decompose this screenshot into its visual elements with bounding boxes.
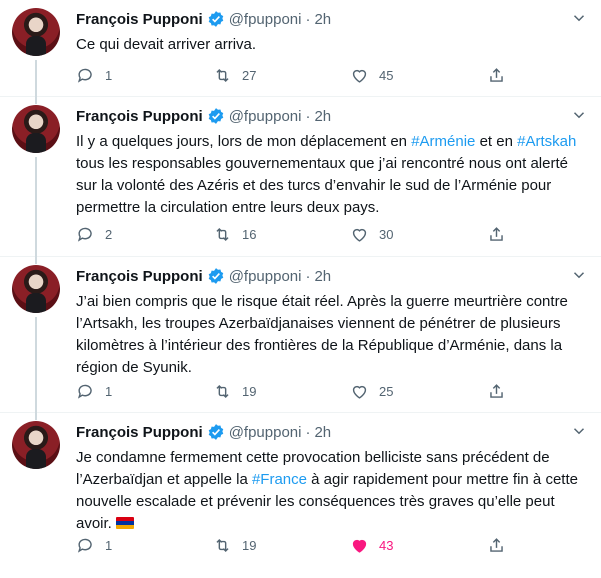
like-button[interactable]: 45 [350, 66, 440, 85]
share-button[interactable] [487, 382, 511, 401]
separator-dot: · [305, 423, 311, 441]
heart-icon [352, 69, 367, 83]
author-handle[interactable]: @fpupponi [229, 268, 302, 285]
retweet-icon [216, 68, 229, 82]
share-icon [490, 67, 503, 82]
tweet-text: Je condamne fermement cette provocation … [76, 447, 583, 535]
tweet-actions: 1 19 25 [76, 379, 511, 403]
verified-badge-icon [208, 424, 223, 440]
reply-icon [77, 538, 92, 553]
retweet-count: 16 [242, 226, 257, 242]
author-handle[interactable]: @fpupponi [229, 108, 302, 125]
retweet-count: 19 [242, 383, 257, 399]
tweet[interactable]: François Pupponi @fpupponi · 2h J’ai bie… [0, 257, 601, 420]
reply-count: 2 [105, 226, 113, 242]
share-icon [490, 383, 503, 398]
timestamp[interactable]: 2h [314, 108, 331, 125]
author-handle[interactable]: @fpupponi [229, 424, 302, 441]
tweet-text: J’ai bien compris que le risque était ré… [76, 293, 568, 376]
like-count: 25 [379, 383, 394, 399]
text-segment: Il y a quelques jours, lors de mon dépla… [76, 133, 412, 150]
more-icon[interactable] [567, 419, 591, 443]
share-icon [490, 537, 503, 552]
verified-badge-icon [208, 11, 223, 27]
heart-icon [352, 385, 367, 399]
share-icon [490, 226, 503, 241]
retweet-count: 27 [242, 67, 257, 83]
retweet-icon [216, 538, 229, 552]
tweet[interactable]: François Pupponi @fpupponi · 2h Ce qui d… [0, 0, 601, 104]
reply-icon [77, 227, 92, 242]
reply-button[interactable]: 1 [76, 536, 166, 555]
thread-line [35, 317, 37, 420]
tweet-header: François Pupponi @fpupponi · 2h [76, 265, 581, 287]
tweet-actions: 1 19 43 [76, 533, 511, 557]
reply-count: 1 [105, 383, 113, 399]
reply-button[interactable]: 2 [76, 225, 166, 244]
retweet-icon [216, 227, 229, 241]
reply-count: 1 [105, 67, 113, 83]
text-segment: tous les responsables gouvernementaux qu… [76, 155, 568, 216]
more-icon[interactable] [567, 263, 591, 287]
heart-icon [352, 228, 367, 242]
author-name[interactable]: François Pupponi [76, 11, 203, 28]
text-segment: et en [475, 133, 518, 150]
like-count: 30 [379, 226, 394, 242]
avatar[interactable] [12, 265, 60, 313]
hashtag-link[interactable]: #Arménie [411, 133, 475, 150]
reply-icon [77, 384, 92, 399]
tweet-actions: 2 16 30 [76, 222, 511, 246]
author-handle[interactable]: @fpupponi [229, 11, 302, 28]
share-button[interactable] [487, 66, 511, 85]
timestamp[interactable]: 2h [314, 268, 331, 285]
separator-dot: · [305, 107, 311, 125]
like-count: 43 [379, 537, 394, 553]
retweet-icon [216, 384, 229, 398]
separator-dot: · [305, 10, 311, 28]
share-button[interactable] [487, 225, 511, 244]
verified-badge-icon [208, 268, 223, 284]
hashtag-link[interactable]: #France [252, 471, 307, 488]
reply-button[interactable]: 1 [76, 66, 166, 85]
author-name[interactable]: François Pupponi [76, 424, 203, 441]
timestamp[interactable]: 2h [314, 424, 331, 441]
share-button[interactable] [487, 536, 511, 555]
armenia-flag-icon [115, 517, 134, 529]
reply-button[interactable]: 1 [76, 382, 166, 401]
like-button[interactable]: 25 [350, 382, 440, 401]
retweet-count: 19 [242, 537, 257, 553]
tweet-header: François Pupponi @fpupponi · 2h [76, 421, 581, 443]
tweet-header: François Pupponi @fpupponi · 2h [76, 8, 581, 30]
like-button[interactable]: 30 [350, 225, 440, 244]
like-button[interactable]: 43 [350, 536, 440, 555]
author-name[interactable]: François Pupponi [76, 108, 203, 125]
tweet-actions: 1 27 45 [76, 63, 511, 87]
author-name[interactable]: François Pupponi [76, 268, 203, 285]
retweet-button[interactable]: 27 [213, 66, 303, 85]
more-icon[interactable] [567, 103, 591, 127]
avatar[interactable] [12, 105, 60, 153]
verified-badge-icon [208, 108, 223, 124]
tweet[interactable]: François Pupponi @fpupponi · 2h Je conda… [0, 413, 601, 578]
more-icon[interactable] [567, 6, 591, 30]
retweet-button[interactable]: 19 [213, 536, 303, 555]
like-count: 45 [379, 67, 394, 83]
tweet[interactable]: François Pupponi @fpupponi · 2h Il y a q… [0, 97, 601, 264]
tweet-header: François Pupponi @fpupponi · 2h [76, 105, 581, 127]
tweet-text: Ce qui devait arriver arriva. [76, 36, 257, 53]
timestamp[interactable]: 2h [314, 11, 331, 28]
reply-count: 1 [105, 537, 113, 553]
avatar[interactable] [12, 8, 60, 56]
retweet-button[interactable]: 19 [213, 382, 303, 401]
separator-dot: · [305, 267, 311, 285]
hashtag-link[interactable]: #Artskah [517, 133, 576, 150]
reply-icon [77, 68, 92, 83]
avatar[interactable] [12, 421, 60, 469]
retweet-button[interactable]: 16 [213, 225, 303, 244]
tweet-text: Il y a quelques jours, lors de mon dépla… [76, 131, 583, 219]
thread-line [35, 157, 37, 264]
heart-filled-icon [352, 539, 367, 553]
